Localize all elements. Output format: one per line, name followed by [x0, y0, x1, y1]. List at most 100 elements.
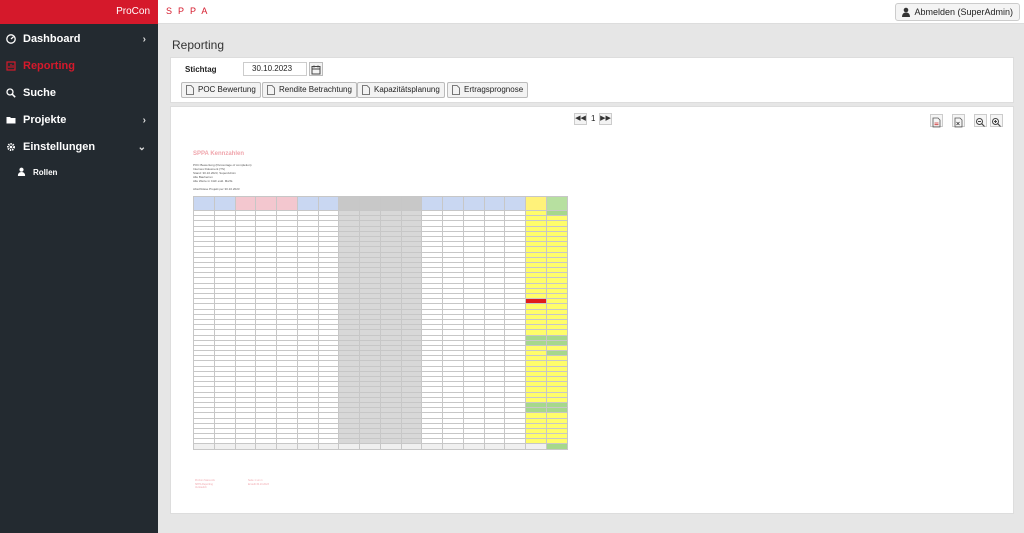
report-cell	[276, 443, 298, 450]
dashboard-icon	[6, 34, 16, 44]
report-header-line: Alle Werte in CHF exkl. MwSt.	[193, 179, 234, 183]
logout-label: Abmelden (SuperAdmin)	[914, 7, 1013, 17]
report-footer: Seite 1 von 1 Erstellt 30.10.2023	[248, 479, 269, 486]
file-icon	[186, 85, 194, 95]
calendar-button[interactable]	[309, 62, 323, 76]
sidebar-subitem-rollen[interactable]: Rollen	[0, 162, 158, 182]
button-label: Kapazitätsplanung	[374, 85, 440, 94]
report-page: SPPA Kennzahlen POC Bewertung (Percentag…	[193, 147, 573, 497]
sidebar-item-label: Suche	[23, 87, 57, 99]
ertragsprognose-button[interactable]: Ertragsprognose	[447, 82, 529, 98]
sidebar: Dashboard › Reporting Suche Projekte › E…	[0, 24, 158, 533]
chevron-down-icon: ⌄	[137, 142, 146, 153]
sidebar-item-label: Einstellungen	[23, 141, 96, 153]
report-column-header	[546, 196, 568, 211]
next-page-button[interactable]: ▶▶	[599, 113, 612, 125]
chevron-right-icon: ›	[142, 34, 146, 45]
filter-panel: Stichtag 30.10.2023 POC Bewertung Rendit…	[170, 57, 1014, 103]
sidebar-item-projekte[interactable]: Projekte ›	[0, 107, 158, 133]
top-bar: SPPA Abmelden (SuperAdmin)	[158, 0, 1024, 24]
page-number: 1	[591, 114, 596, 123]
file-icon	[452, 85, 460, 95]
report-cell	[525, 443, 548, 450]
user-icon	[902, 7, 911, 17]
previous-page-button[interactable]: ◀◀	[574, 113, 587, 125]
report-column-header	[525, 196, 548, 211]
report-column-header	[338, 196, 361, 211]
report-cell	[296, 443, 319, 450]
sidebar-subitem-label: Rollen	[33, 168, 58, 177]
export-pdf-button[interactable]	[930, 114, 943, 128]
stichtag-label: Stichtag	[185, 65, 217, 74]
report-column-header	[442, 196, 464, 211]
report-cell	[483, 443, 506, 450]
logout-button[interactable]: Abmelden (SuperAdmin)	[895, 3, 1020, 21]
sidebar-item-reporting[interactable]: Reporting	[0, 53, 158, 79]
report-column-header	[234, 196, 257, 211]
sidebar-item-label: Reporting	[23, 60, 75, 72]
report-header-line: Abschlüsse Projekt per 30.10.2023	[193, 187, 240, 191]
kapazitaetsplanung-button[interactable]: Kapazitätsplanung	[357, 82, 445, 98]
report-cell	[193, 443, 215, 450]
zoom-in-button[interactable]	[990, 114, 1003, 127]
gear-icon	[7, 143, 15, 151]
export-excel-button[interactable]	[952, 114, 965, 128]
report-row	[193, 443, 568, 450]
date-input[interactable]: 30.10.2023	[243, 62, 307, 76]
report-column-header	[483, 196, 506, 211]
button-label: Rendite Betrachtung	[279, 85, 352, 94]
sidebar-item-suche[interactable]: Suche	[0, 80, 158, 106]
folder-icon	[6, 117, 16, 124]
report-cell	[338, 443, 361, 450]
report-column-header	[400, 196, 423, 211]
report-cell	[359, 443, 381, 450]
sidebar-item-label: Dashboard	[23, 33, 81, 45]
previous-icon: ◀◀	[575, 115, 586, 122]
report-column-header	[421, 196, 444, 211]
report-column-header	[276, 196, 298, 211]
report-cell	[400, 443, 423, 450]
report-cell	[442, 443, 464, 450]
pdf-icon	[932, 117, 941, 128]
report-logo: SPPA Kennzahlen	[193, 151, 245, 157]
report-cell	[462, 443, 485, 450]
report-cell	[255, 443, 278, 450]
report-footer: ProCon Swiss AG SPPA Reporting Vertraulich	[195, 479, 215, 489]
button-label: POC Bewertung	[198, 85, 256, 94]
report-cell	[504, 443, 527, 450]
user-icon	[17, 167, 26, 176]
report-column-header	[504, 196, 527, 211]
report-cell	[213, 443, 236, 450]
button-label: Ertragsprognose	[464, 85, 524, 94]
report-cell	[546, 443, 568, 450]
excel-icon	[954, 117, 963, 128]
search-icon	[6, 88, 16, 98]
brand-bar: ProCon	[0, 0, 158, 24]
report-column-header	[462, 196, 485, 211]
poc-bewertung-button[interactable]: POC Bewertung	[181, 82, 261, 98]
sidebar-item-einstellungen[interactable]: Einstellungen ⌄	[0, 134, 158, 160]
file-icon	[362, 85, 370, 95]
calendar-icon	[311, 65, 321, 75]
zoom-out-icon	[976, 118, 985, 127]
report-cell	[421, 443, 444, 450]
zoom-in-icon	[992, 118, 1001, 127]
report-cell	[379, 443, 402, 450]
report-column-header	[296, 196, 319, 211]
report-cell	[234, 443, 257, 450]
report-viewer: ◀◀ 1 ▶▶ SPPA Kennzahlen POC Bewertung (P…	[170, 106, 1014, 514]
chevron-right-icon: ›	[142, 115, 146, 126]
report-column-header	[255, 196, 278, 211]
next-icon: ▶▶	[600, 115, 611, 122]
report-column-header	[359, 196, 381, 211]
report-table	[193, 196, 568, 450]
rendite-betrachtung-button[interactable]: Rendite Betrachtung	[262, 82, 357, 98]
reporting-icon	[6, 61, 16, 71]
page-title: Reporting	[172, 38, 225, 52]
zoom-out-button[interactable]	[974, 114, 987, 127]
sidebar-item-dashboard[interactable]: Dashboard ›	[0, 26, 158, 52]
report-cell	[317, 443, 340, 450]
report-column-header	[213, 196, 236, 211]
file-icon	[267, 85, 275, 95]
report-column-header	[193, 196, 215, 211]
